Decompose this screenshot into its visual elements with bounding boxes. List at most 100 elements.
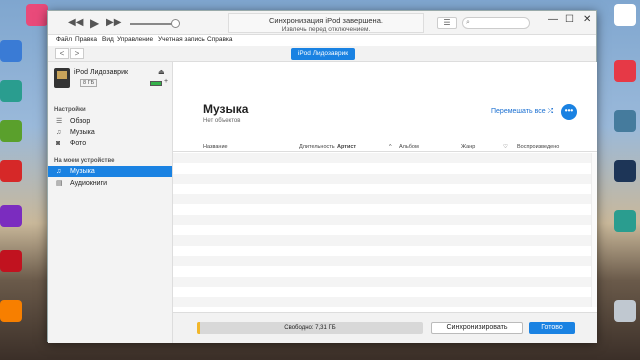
empty-row xyxy=(173,194,591,205)
desktop-icon-r1[interactable] xyxy=(614,60,636,82)
menu-bar: Файл Правка Вид Управление Учетная запис… xyxy=(48,35,596,46)
column-duration[interactable]: Длительность xyxy=(299,144,335,150)
close-button[interactable]: ✕ xyxy=(583,14,591,25)
desktop-icon-7[interactable] xyxy=(0,300,22,322)
sidebar-item-label: Музыка xyxy=(70,168,95,175)
device-capacity: 8 ГБ xyxy=(80,79,98,87)
list-icon: ☰ xyxy=(56,118,63,125)
back-button[interactable]: < xyxy=(55,48,69,59)
desktop-icon-4[interactable] xyxy=(0,160,22,182)
more-button[interactable]: ••• xyxy=(561,104,577,120)
table-header: Название Длительность Артист ^ Альбом Жа… xyxy=(173,142,597,152)
search-icon: ⌕ xyxy=(466,19,470,26)
music-note-icon: ♫ xyxy=(56,129,62,136)
desktop-icon-3[interactable] xyxy=(0,120,22,142)
shuffle-all-button[interactable]: Перемешать все ⤮ xyxy=(491,108,553,116)
main-panel: Музыка Нет объектов Перемешать все ⤮ •••… xyxy=(173,62,597,343)
column-album[interactable]: Альбом xyxy=(399,144,419,150)
desktop-icon-itunes[interactable] xyxy=(26,4,48,26)
sidebar-item-music-settings[interactable]: ♫ Музыка xyxy=(48,127,172,138)
empty-row xyxy=(173,173,591,184)
desktop-icon-2[interactable] xyxy=(0,80,22,102)
book-icon: ▤ xyxy=(56,180,63,187)
desktop-icon-1[interactable] xyxy=(0,40,22,62)
sort-arrow-icon: ^ xyxy=(389,144,392,150)
menu-file[interactable]: Файл xyxy=(56,36,72,43)
empty-row xyxy=(173,276,591,287)
device-button[interactable]: iPod Лидозаврик xyxy=(291,48,355,60)
empty-row xyxy=(173,235,591,246)
forward-button[interactable]: > xyxy=(70,48,84,59)
volume-slider[interactable] xyxy=(130,23,176,25)
play-icon[interactable]: ▶ xyxy=(90,16,99,30)
menu-manage[interactable]: Управление xyxy=(117,36,153,43)
sync-button[interactable]: Синхронизировать xyxy=(431,322,523,334)
title-bar: ◀◀ ▶ ▶▶ Синхронизация iPod завершена. Из… xyxy=(48,11,596,35)
fast-forward-icon[interactable]: ▶▶ xyxy=(106,16,121,30)
battery-icon xyxy=(150,81,162,86)
empty-row xyxy=(173,183,591,195)
rewind-icon[interactable]: ◀◀ xyxy=(68,16,83,30)
empty-row xyxy=(173,225,591,236)
empty-row xyxy=(173,266,591,277)
volume-knob[interactable] xyxy=(171,19,180,28)
status-line-1: Синхронизация iPod завершена. xyxy=(269,16,383,25)
vertical-scrollbar[interactable] xyxy=(591,153,597,307)
settings-header: Настройки xyxy=(54,107,86,113)
desktop-icon-trash[interactable] xyxy=(614,300,636,322)
sidebar-item-label: Аудиокниги xyxy=(70,180,108,187)
column-artist[interactable]: Артист xyxy=(337,144,356,150)
nav-bar: < > iPod Лидозаврик xyxy=(48,46,596,62)
shuffle-icon: ⤮ xyxy=(547,108,554,115)
empty-row xyxy=(173,204,591,215)
menu-account[interactable]: Учетная запись xyxy=(158,36,205,43)
search-input[interactable]: ⌕ xyxy=(462,17,530,29)
column-plays[interactable]: Воспроизведено xyxy=(517,144,559,150)
item-count: Нет объектов xyxy=(203,118,241,124)
itunes-window: ◀◀ ▶ ▶▶ Синхронизация iPod завершена. Из… xyxy=(47,10,597,343)
music-note-icon: ♫ xyxy=(56,168,62,175)
maximize-button[interactable]: ☐ xyxy=(565,14,574,25)
footer-bar: Свободно: 7,31 ГБ Синхронизировать Готов… xyxy=(173,312,597,343)
song-list[interactable] xyxy=(173,153,591,308)
status-display: Синхронизация iPod завершена. Извлечь пе… xyxy=(228,13,424,33)
camera-icon: ◙ xyxy=(56,140,61,147)
menu-edit[interactable]: Правка xyxy=(75,36,97,43)
empty-row xyxy=(173,245,591,256)
shuffle-label: Перемешать все xyxy=(491,108,546,115)
done-button[interactable]: Готово xyxy=(529,322,575,334)
charging-icon: + xyxy=(164,78,169,85)
desktop-icon-r2[interactable] xyxy=(614,110,636,132)
menu-help[interactable]: Справка xyxy=(207,36,233,43)
sidebar-item-label: Музыка xyxy=(70,129,95,136)
empty-row xyxy=(173,297,591,308)
column-genre[interactable]: Жанр xyxy=(461,144,475,150)
empty-row xyxy=(173,153,591,164)
empty-row xyxy=(173,214,591,226)
empty-row xyxy=(173,255,591,267)
desktop-icon-yandex[interactable] xyxy=(614,4,636,26)
desktop-icon-6[interactable] xyxy=(0,250,22,272)
sidebar-item-summary[interactable]: ☰ Обзор xyxy=(48,116,172,127)
desktop-icon-r4[interactable] xyxy=(614,210,636,232)
empty-row xyxy=(173,286,591,298)
status-line-2: Извлечь перед отключением. xyxy=(281,26,371,33)
minimize-button[interactable]: — xyxy=(548,14,558,25)
page-title: Музыка xyxy=(203,102,249,116)
ipod-icon xyxy=(54,68,70,88)
list-view-button[interactable]: ☰ xyxy=(437,17,457,29)
empty-row xyxy=(173,163,591,174)
sidebar-item-label: Обзор xyxy=(70,118,91,125)
on-device-header: На моем устройстве xyxy=(54,158,115,164)
desktop-icon-5[interactable] xyxy=(0,205,22,227)
column-name[interactable]: Название xyxy=(203,144,228,150)
storage-bar: Свободно: 7,31 ГБ xyxy=(197,322,423,334)
sidebar-item-photos[interactable]: ◙ Фото xyxy=(48,138,172,149)
heart-icon[interactable]: ♡ xyxy=(503,144,508,150)
eject-icon[interactable]: ⏏ xyxy=(158,68,165,76)
sidebar-item-audiobooks[interactable]: ▤ Аудиокниги xyxy=(48,178,172,189)
desktop-icon-r3[interactable] xyxy=(614,160,636,182)
sidebar-item-music[interactable]: ♫ Музыка xyxy=(48,166,172,177)
menu-view[interactable]: Вид xyxy=(102,36,114,43)
storage-label: Свободно: 7,31 ГБ xyxy=(284,325,336,331)
